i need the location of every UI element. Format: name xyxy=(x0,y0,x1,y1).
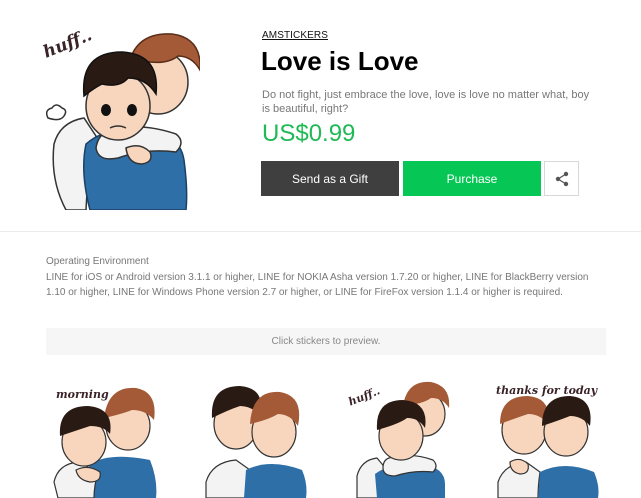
environment-heading: Operating Environment xyxy=(46,256,149,267)
sticker-caption: morning xyxy=(56,388,109,401)
sticker-thumbnail[interactable]: huff.. xyxy=(345,378,457,498)
author-link[interactable]: AMSTICKERS xyxy=(262,30,328,41)
sticker-thumbnail[interactable]: thanks for today xyxy=(492,378,604,498)
sticker-description: Do not fight, just embrace the love, lov… xyxy=(262,89,590,115)
sticker-image xyxy=(205,386,307,498)
main-sticker-caption: huff.. xyxy=(40,25,94,63)
share-icon xyxy=(555,171,568,186)
send-gift-button[interactable]: Send as a Gift xyxy=(261,161,399,196)
price-label: US$0.99 xyxy=(262,120,356,147)
sticker-thumbnail[interactable] xyxy=(200,378,312,498)
purchase-button[interactable]: Purchase xyxy=(403,161,541,196)
preview-hint-bar[interactable]: Click stickers to preview. xyxy=(46,328,606,355)
sticker-thumbnail[interactable]: morning xyxy=(50,378,162,498)
environment-text: LINE for iOS or Android version 3.1.1 or… xyxy=(46,272,589,298)
share-button[interactable] xyxy=(544,161,579,196)
section-divider xyxy=(0,231,641,232)
sticker-header: huff.. AMSTICKERS Love is Love Do not fi… xyxy=(0,0,641,231)
sticker-caption: thanks for today xyxy=(496,384,598,397)
page-title: Love is Love xyxy=(261,46,419,76)
main-sticker-image: huff.. xyxy=(40,25,200,210)
